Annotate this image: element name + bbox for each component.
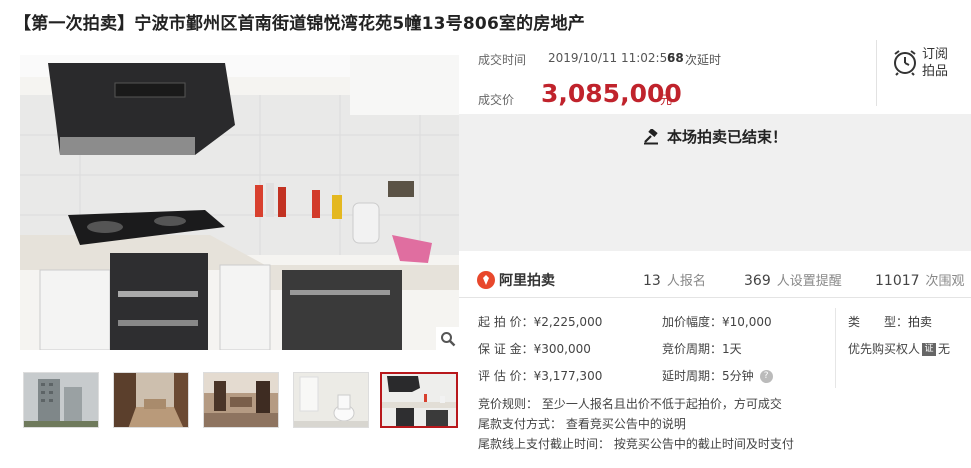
view-count: 11017 — [875, 273, 920, 289]
signup-label: 人报名 — [666, 274, 706, 289]
deposit: 保 证 金：¥300,000 — [478, 342, 591, 356]
reminder-count: 369 — [744, 273, 771, 289]
bid-period: 竞价周期：1天 — [662, 342, 742, 356]
gavel-icon — [643, 128, 658, 144]
signup-count: 13 — [643, 273, 661, 289]
rule-payment-deadline: 尾款线上支付截止时间： 按竞买公告中的截止时间及时支付 — [478, 437, 794, 451]
details-divider — [835, 308, 836, 388]
increment: 加价幅度：¥10,000 — [662, 315, 772, 329]
start-price: 起 拍 价：¥2,225,000 — [478, 315, 603, 329]
thumbnail-bathroom[interactable] — [293, 372, 369, 428]
zoom-button[interactable] — [436, 327, 460, 351]
view-label: 次围观 — [925, 274, 965, 289]
ali-auction-logo: 阿里拍卖 — [477, 270, 555, 290]
kitchen-photo — [20, 55, 459, 350]
thumbnail-kitchen[interactable] — [380, 372, 458, 428]
priority-value: 无 — [938, 342, 951, 356]
rule-bidding: 竞价规则： 至少一人报名且出价不低于起拍价，方可成交 — [478, 397, 782, 411]
delay-label: 次延时 — [685, 53, 722, 67]
reminder-label: 人设置提醒 — [776, 274, 842, 289]
subscribe-divider — [876, 40, 877, 106]
type-label: 类 型： — [848, 315, 909, 329]
deal-price-label: 成交价 — [478, 93, 515, 107]
delay-period-row: 延时周期：5分钟? — [662, 367, 773, 384]
signup-stat: 13 人报名 — [643, 270, 706, 289]
deal-time-label: 成交时间 — [478, 53, 527, 67]
delay-period: 延时周期：5分钟 — [662, 369, 754, 383]
subscribe-label-line1: 订阅 — [922, 47, 949, 62]
deal-time-value: 2019/10/11 11:02:58 — [548, 51, 675, 65]
subscribe-label-line2: 拍品 — [922, 64, 949, 79]
auction-ended-text: 本场拍卖已结束！ — [666, 128, 787, 146]
subscribe-button[interactable]: 订阅 拍品 — [884, 44, 964, 84]
help-icon[interactable]: ? — [759, 370, 773, 383]
thumbnail-strip — [20, 372, 460, 430]
stats-bar: 阿里拍卖 13 人报名 369 人设置提醒 11017 次围观 — [459, 262, 971, 298]
thumbnail-living-room[interactable] — [203, 372, 279, 428]
assess-price: 评 估 价：¥3,177,300 — [478, 369, 603, 383]
certificate-icon: 证 — [922, 343, 937, 356]
zoom-icon — [441, 332, 456, 347]
thumbnail-bedroom[interactable] — [113, 372, 189, 428]
rule-payment-method: 尾款支付方式： 查看竞买公告中的说明 — [478, 417, 686, 431]
ali-auction-brand: 阿里拍卖 — [499, 273, 555, 289]
view-stat: 11017 次围观 — [875, 270, 965, 289]
auction-ended-panel: 本场拍卖已结束！ — [459, 114, 971, 251]
thumbnail-building[interactable] — [23, 372, 99, 428]
alarm-clock-icon — [894, 50, 916, 76]
priority-label: 优先购买权人 — [848, 342, 921, 356]
reminder-stat: 369 人设置提醒 — [744, 270, 842, 289]
page-title: 【第一次拍卖】宁波市鄞州区首南街道锦悦湾花苑5幢13号806室的房地产 — [14, 14, 585, 34]
deal-price-unit: 元 — [660, 93, 673, 107]
delay-count: 68 — [667, 51, 684, 65]
ali-auction-logo-icon — [477, 271, 495, 289]
type-row: 类 型：拍卖 — [848, 313, 932, 330]
type-value: 拍卖 — [908, 315, 933, 329]
priority-row: 优先购买权人证无 — [848, 340, 950, 357]
main-photo[interactable] — [20, 55, 459, 350]
